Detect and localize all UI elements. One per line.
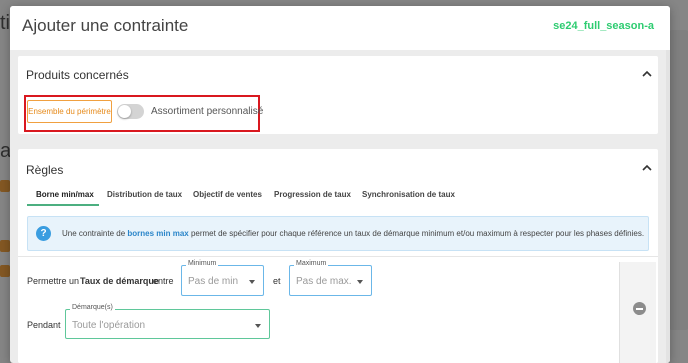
info-text-suffix: permet de spécifier pour chaque référenc… bbox=[188, 229, 645, 238]
demarque-placeholder: Toute l'opération bbox=[72, 320, 146, 331]
maximum-legend: Maximum bbox=[294, 260, 329, 267]
custom-assortment-toggle[interactable] bbox=[117, 104, 144, 119]
label-taux-demarque: Taux de démarque bbox=[80, 276, 159, 286]
chevron-down-icon bbox=[249, 280, 255, 284]
add-constraint-modal: Ajouter une contrainte se24_full_season-… bbox=[10, 6, 670, 363]
info-text-highlight: bornes min max bbox=[127, 229, 189, 238]
scrollbar[interactable] bbox=[666, 50, 670, 363]
rules-section-title: Règles bbox=[26, 163, 64, 177]
tab-synchronisation-de-taux[interactable]: Synchronisation de taux bbox=[362, 190, 455, 199]
question-icon: ? bbox=[36, 226, 51, 241]
modal-header: Ajouter une contrainte se24_full_season-… bbox=[10, 6, 670, 50]
info-text-prefix: Une contrainte de bbox=[62, 229, 128, 238]
maximum-select[interactable]: Maximum Pas de max. bbox=[289, 260, 372, 296]
info-text: Une contrainte de bornes min max permet … bbox=[62, 229, 644, 238]
toggle-label: Assortiment personnalisé bbox=[151, 106, 264, 117]
demarque-select[interactable]: Démarque(s) Toute l'opération bbox=[65, 304, 270, 339]
label-permettre: Permettre un bbox=[27, 276, 80, 286]
products-section-title: Produits concernés bbox=[26, 68, 129, 82]
minimum-legend: Minimum bbox=[186, 260, 219, 267]
tab-distribution-de-taux[interactable]: Distribution de taux bbox=[107, 190, 182, 199]
maximum-placeholder: Pas de max. bbox=[296, 276, 352, 287]
chevron-down-icon bbox=[357, 280, 363, 284]
perimeter-button[interactable]: Ensemble du périmètre bbox=[27, 100, 112, 123]
label-pendant: Pendant bbox=[27, 320, 61, 330]
season-code: se24_full_season-a bbox=[553, 20, 654, 32]
label-entre: entre bbox=[153, 276, 174, 286]
minimum-select[interactable]: Minimum Pas de min bbox=[181, 260, 264, 296]
active-tab-indicator bbox=[27, 204, 99, 206]
chevron-down-icon bbox=[255, 324, 261, 328]
info-box: ? Une contrainte de bornes min max perme… bbox=[27, 216, 649, 251]
chevron-up-icon[interactable] bbox=[641, 162, 653, 174]
label-et: et bbox=[273, 276, 281, 286]
tab-borne-min-max[interactable]: Borne min/max bbox=[36, 190, 94, 199]
chevron-up-icon[interactable] bbox=[641, 68, 653, 80]
tab-progression-de-taux[interactable]: Progression de taux bbox=[274, 190, 351, 199]
divider bbox=[18, 256, 658, 257]
modal-title: Ajouter une contrainte bbox=[22, 16, 189, 35]
toggle-knob bbox=[118, 105, 131, 118]
remove-icon[interactable] bbox=[633, 302, 646, 315]
minimum-placeholder: Pas de min bbox=[188, 276, 239, 287]
demarque-legend: Démarque(s) bbox=[70, 304, 115, 311]
tab-objectif-de-ventes[interactable]: Objectif de ventes bbox=[193, 190, 262, 199]
